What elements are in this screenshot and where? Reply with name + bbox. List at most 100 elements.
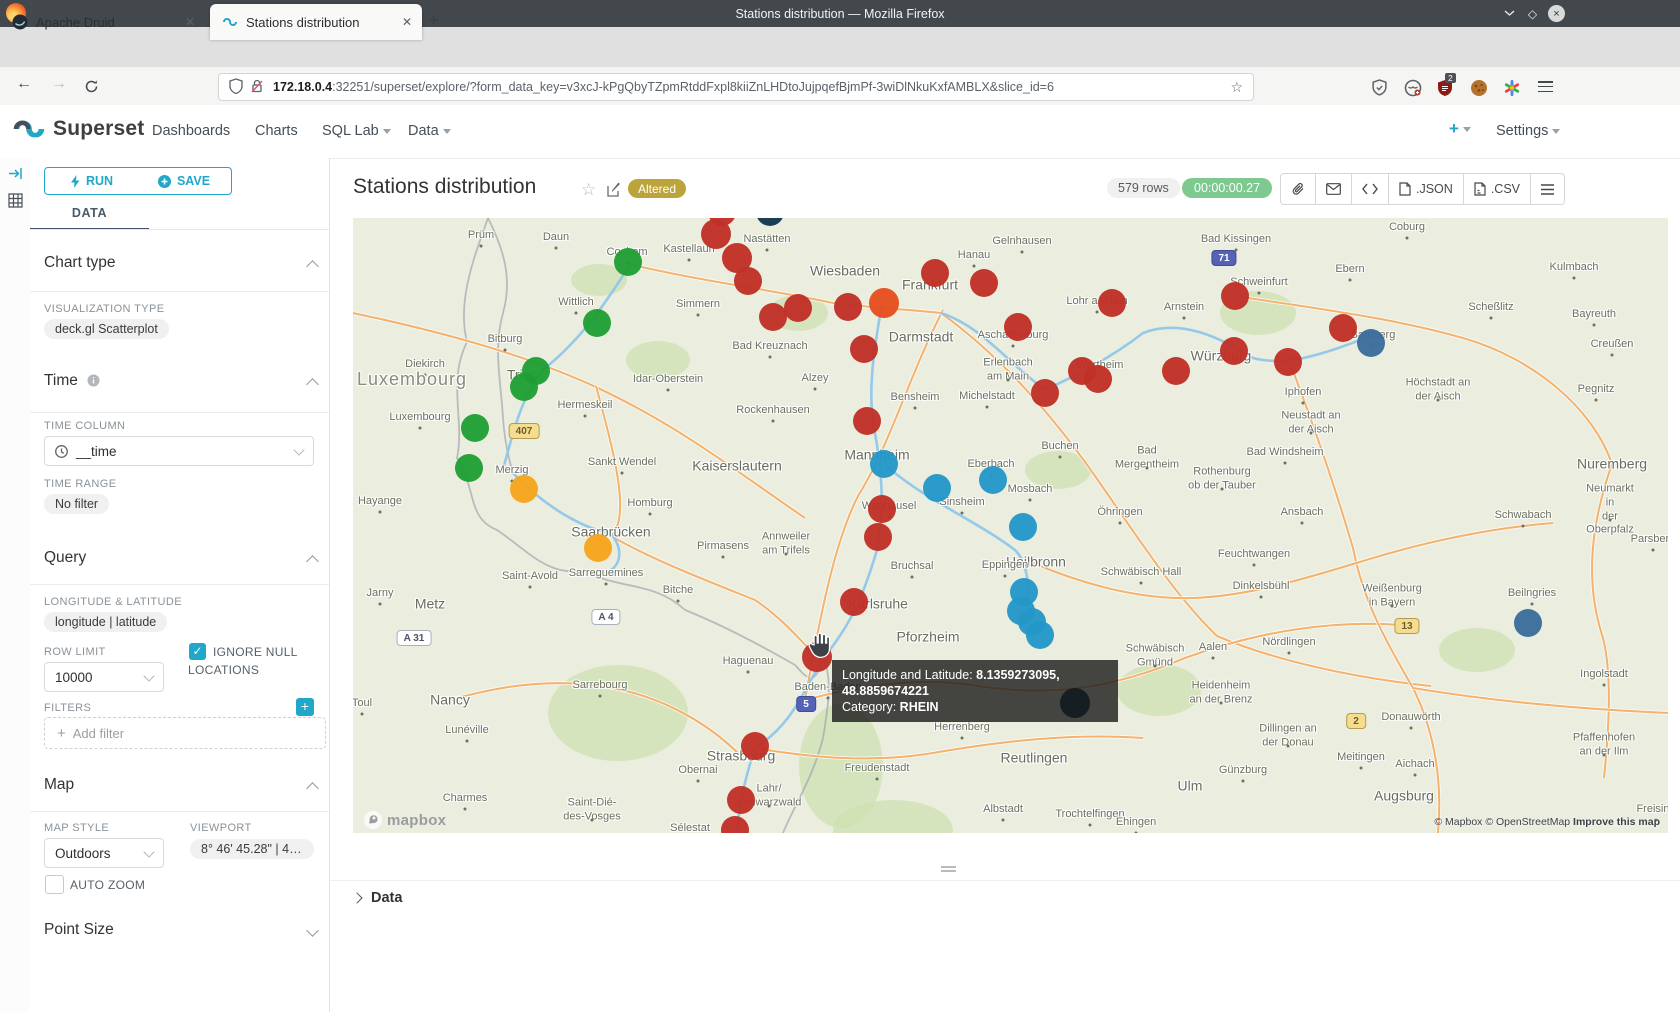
scatter-point-red[interactable] bbox=[864, 523, 892, 551]
mapbox-logo[interactable]: mapbox bbox=[363, 810, 446, 830]
window-maximize-button[interactable]: ◇ bbox=[1524, 5, 1541, 22]
scatter-point-flame[interactable] bbox=[869, 288, 899, 318]
new-tab-button[interactable]: + bbox=[428, 10, 439, 32]
collapse-panel-icon[interactable] bbox=[8, 167, 23, 185]
viz-type-value[interactable]: deck.gl Scatterplot bbox=[44, 319, 169, 339]
window-minimize-button[interactable] bbox=[1501, 5, 1518, 22]
scatter-point-red[interactable] bbox=[1274, 348, 1302, 376]
scatter-point-cyan[interactable] bbox=[1009, 513, 1037, 541]
scatter-point-red[interactable] bbox=[701, 219, 731, 249]
scatter-point-red[interactable] bbox=[1220, 337, 1248, 365]
shield-icon[interactable] bbox=[229, 78, 243, 97]
colorful-extension-icon[interactable] bbox=[1503, 79, 1521, 97]
nav-data[interactable]: Data bbox=[408, 123, 451, 139]
chevron-down-icon[interactable] bbox=[306, 924, 319, 937]
scatter-point-red[interactable] bbox=[741, 732, 769, 760]
map-style-select[interactable]: Outdoors bbox=[44, 838, 164, 868]
section-time[interactable]: Time bbox=[44, 372, 100, 390]
scatter-point-steel[interactable] bbox=[1514, 609, 1542, 637]
chart-menu-button[interactable] bbox=[1531, 174, 1564, 204]
scatter-point-red[interactable] bbox=[970, 269, 998, 297]
protections-shield-icon[interactable] bbox=[1371, 79, 1389, 97]
scatter-point-red[interactable] bbox=[1329, 314, 1357, 342]
nav-sql-lab[interactable]: SQL Lab bbox=[322, 123, 391, 139]
chevron-up-icon[interactable] bbox=[306, 378, 319, 391]
scatter-point-orange[interactable] bbox=[510, 475, 538, 503]
nav-settings[interactable]: Settings bbox=[1496, 123, 1560, 139]
scatter-point-red[interactable] bbox=[1031, 379, 1059, 407]
scatter-point-orange[interactable] bbox=[584, 534, 612, 562]
bookmark-star-icon[interactable]: ☆ bbox=[1230, 79, 1243, 96]
scatter-point-red[interactable] bbox=[734, 267, 762, 295]
add-filter-plus-button[interactable]: + bbox=[296, 698, 314, 716]
scatter-point-steel[interactable] bbox=[1357, 329, 1385, 357]
scatter-point-red[interactable] bbox=[921, 259, 949, 287]
map-attribution[interactable]: © Mapbox © OpenStreetMap Improve this ma… bbox=[1434, 816, 1660, 828]
scatter-point-cyan[interactable] bbox=[923, 474, 951, 502]
lock-insecure-icon[interactable] bbox=[250, 78, 264, 97]
export-csv-button[interactable]: .CSV bbox=[1464, 174, 1531, 204]
scatter-point-cyan[interactable] bbox=[870, 450, 898, 478]
copy-link-button[interactable] bbox=[1281, 174, 1316, 204]
save-button[interactable]: SAVE bbox=[137, 167, 232, 195]
scatter-point-cyan[interactable] bbox=[979, 466, 1007, 494]
tab-close-icon[interactable]: ✕ bbox=[185, 15, 195, 29]
section-chart-type[interactable]: Chart type bbox=[44, 254, 116, 272]
deckgl-scatterplot-map[interactable]: PrümDaunCochemNastättenGelnhausenBad Kis… bbox=[353, 218, 1668, 833]
back-button[interactable]: ← bbox=[16, 75, 32, 93]
nav-charts[interactable]: Charts bbox=[255, 123, 298, 139]
chevron-up-icon[interactable] bbox=[306, 782, 319, 795]
scatter-point-cyan[interactable] bbox=[1026, 621, 1054, 649]
window-close-button[interactable]: × bbox=[1548, 5, 1565, 22]
mask-extension-icon[interactable] bbox=[1404, 79, 1422, 97]
scatter-point-red[interactable] bbox=[834, 293, 862, 321]
scatter-point-green[interactable] bbox=[583, 309, 611, 337]
chevron-up-icon[interactable] bbox=[306, 260, 319, 273]
scatter-point-red[interactable] bbox=[853, 407, 881, 435]
scatter-point-red[interactable] bbox=[1004, 313, 1032, 341]
altered-badge[interactable]: Altered bbox=[628, 179, 686, 198]
edit-properties-icon[interactable] bbox=[607, 182, 622, 202]
embed-code-button[interactable] bbox=[1352, 174, 1389, 204]
section-point-size[interactable]: Point Size bbox=[44, 921, 114, 939]
email-button[interactable] bbox=[1316, 174, 1352, 204]
favorite-star-icon[interactable]: ☆ bbox=[581, 180, 596, 200]
scatter-point-red[interactable] bbox=[784, 294, 812, 322]
ignore-null-checkbox[interactable]: ✓ bbox=[189, 643, 206, 660]
scatter-point-red[interactable] bbox=[727, 786, 755, 814]
lonlat-value[interactable]: longitude | latitude bbox=[44, 612, 167, 632]
panel-resize-handle[interactable] bbox=[941, 866, 956, 874]
ublock-shield-icon[interactable]: 2 bbox=[1437, 79, 1455, 97]
dataset-grid-icon[interactable] bbox=[8, 193, 23, 213]
run-button[interactable]: RUN bbox=[44, 167, 140, 195]
nav-dashboards[interactable]: Dashboards bbox=[152, 123, 230, 139]
scatter-point-red[interactable] bbox=[759, 303, 787, 331]
nav-add-button[interactable]: + bbox=[1449, 119, 1471, 139]
row-limit-select[interactable]: 10000 bbox=[44, 662, 164, 692]
section-query[interactable]: Query bbox=[44, 549, 86, 567]
tab-apache-druid[interactable]: Apache Druid ✕ bbox=[0, 4, 205, 40]
reload-button[interactable] bbox=[84, 79, 99, 99]
superset-logo[interactable]: Superset bbox=[12, 116, 144, 142]
tab-close-icon[interactable]: ✕ bbox=[402, 15, 412, 29]
viewport-value[interactable]: 8° 46' 45.28" | 49… bbox=[190, 839, 314, 859]
chevron-up-icon[interactable] bbox=[306, 555, 319, 568]
menu-hamburger-icon[interactable] bbox=[1538, 81, 1553, 92]
time-range-value[interactable]: No filter bbox=[44, 494, 109, 514]
cookie-extension-icon[interactable] bbox=[1470, 79, 1488, 97]
add-filter-box[interactable]: + Add filter bbox=[44, 717, 326, 749]
auto-zoom-checkbox[interactable] bbox=[45, 875, 64, 894]
url-bar[interactable]: 172.18.0.4 :32251/superset/explore/?form… bbox=[218, 73, 1254, 101]
time-column-select[interactable]: __time bbox=[44, 436, 314, 466]
tab-data[interactable]: DATA bbox=[30, 206, 149, 230]
data-section-toggle[interactable]: Data bbox=[353, 890, 402, 906]
scatter-point-green[interactable] bbox=[461, 414, 489, 442]
scatter-point-green[interactable] bbox=[455, 454, 483, 482]
scatter-point-red[interactable] bbox=[850, 335, 878, 363]
scatter-point-red[interactable] bbox=[868, 495, 896, 523]
section-map[interactable]: Map bbox=[44, 776, 74, 794]
export-json-button[interactable]: .JSON bbox=[1389, 174, 1464, 204]
scatter-point-red[interactable] bbox=[1084, 365, 1112, 393]
scatter-point-red[interactable] bbox=[1098, 289, 1126, 317]
tab-stations-distribution[interactable]: Stations distribution ✕ bbox=[210, 4, 422, 40]
